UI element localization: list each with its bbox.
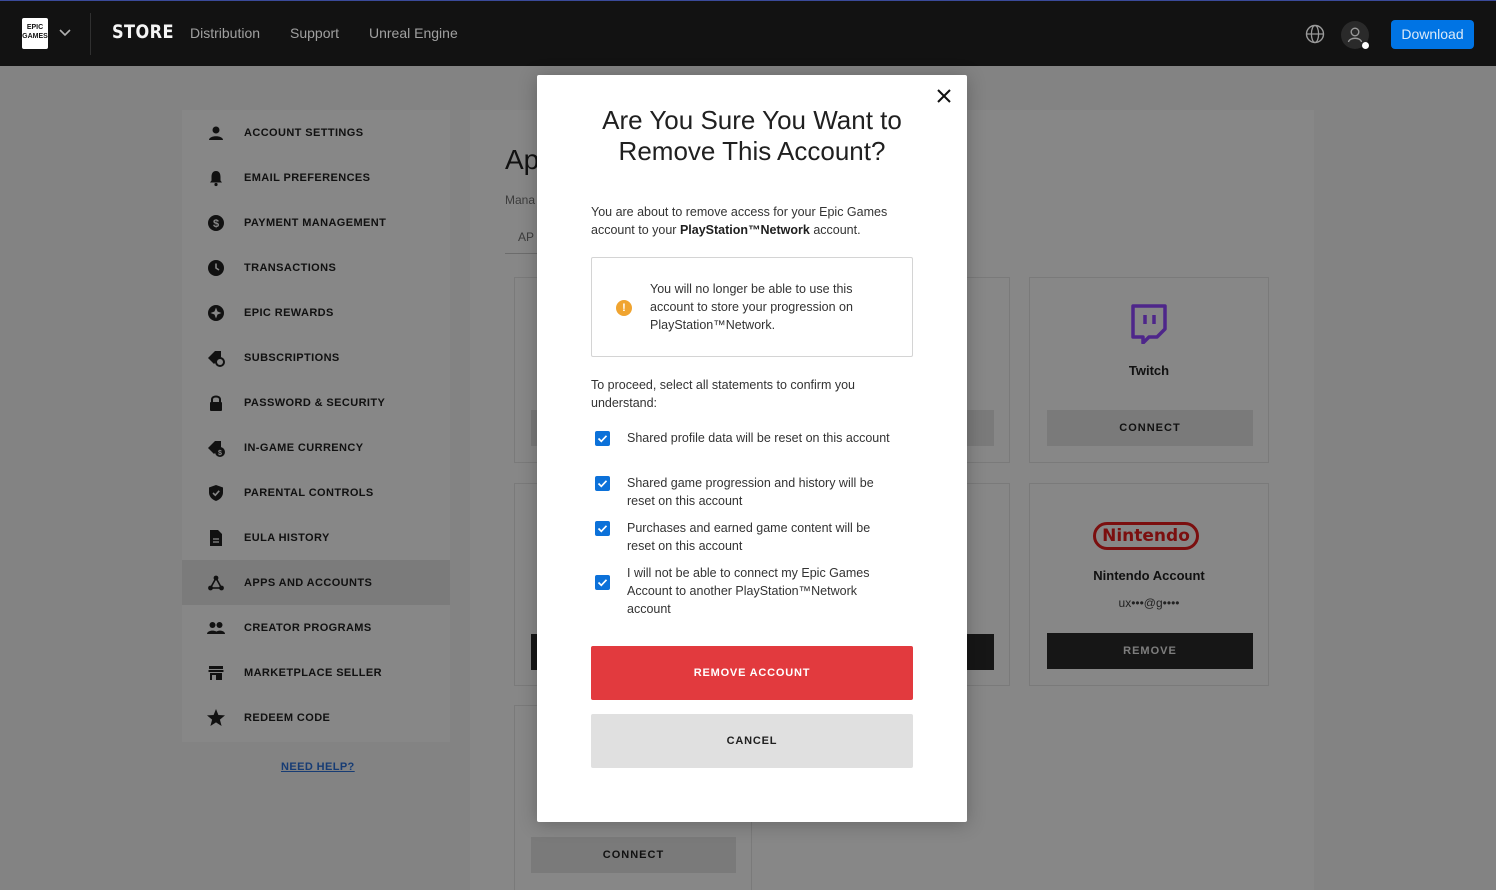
checkmark-icon — [597, 435, 608, 443]
cancel-button[interactable]: CANCEL — [591, 714, 913, 768]
close-icon[interactable] — [935, 87, 953, 105]
warning-text: You will no longer be able to use this a… — [650, 282, 853, 332]
store-link[interactable]: STORE — [112, 21, 174, 43]
statement-label: I will not be able to connect my Epic Ga… — [627, 566, 870, 616]
remove-account-button[interactable]: REMOVE ACCOUNT — [591, 646, 913, 700]
statement-label: Shared profile data will be reset on thi… — [627, 431, 890, 445]
nav-link-unreal-engine[interactable]: Unreal Engine — [369, 25, 458, 41]
checkbox-checked[interactable] — [595, 521, 610, 536]
download-button[interactable]: Download — [1391, 20, 1474, 49]
epic-logo[interactable]: EPIC GAMES — [22, 18, 48, 49]
platform-name: PlayStation™Network — [679, 223, 810, 237]
top-nav: EPIC GAMES STORE Distribution Support Unr… — [0, 0, 1496, 66]
nav-link-support[interactable]: Support — [290, 25, 339, 41]
checkmark-icon — [597, 525, 608, 533]
globe-icon[interactable] — [1304, 23, 1326, 45]
online-status-dot — [1362, 42, 1369, 49]
warning-icon: ! — [616, 300, 632, 316]
statement-label: Purchases and earned game content will b… — [627, 521, 871, 553]
checkmark-icon — [597, 579, 608, 587]
remove-account-dialog: Are You Sure You Want to Remove This Acc… — [537, 75, 967, 822]
nav-link-distribution[interactable]: Distribution — [190, 25, 260, 41]
warning-box: ! You will no longer be able to use this… — [591, 257, 913, 357]
checkmark-icon — [597, 480, 608, 488]
dialog-description: You are about to remove access for your … — [591, 203, 921, 239]
statement-label: Shared game progression and history will… — [627, 476, 874, 508]
dialog-title: Are You Sure You Want to Remove This Acc… — [602, 105, 902, 166]
user-account-button[interactable] — [1341, 21, 1369, 49]
nav-divider — [90, 13, 91, 55]
proceed-instructions: To proceed, select all statements to con… — [591, 378, 856, 410]
checkbox-checked[interactable] — [595, 575, 610, 590]
checkbox-checked[interactable] — [595, 476, 610, 491]
description-suffix: account. — [809, 223, 861, 237]
checkbox-checked[interactable] — [595, 431, 610, 446]
chevron-down-icon[interactable] — [58, 25, 72, 39]
